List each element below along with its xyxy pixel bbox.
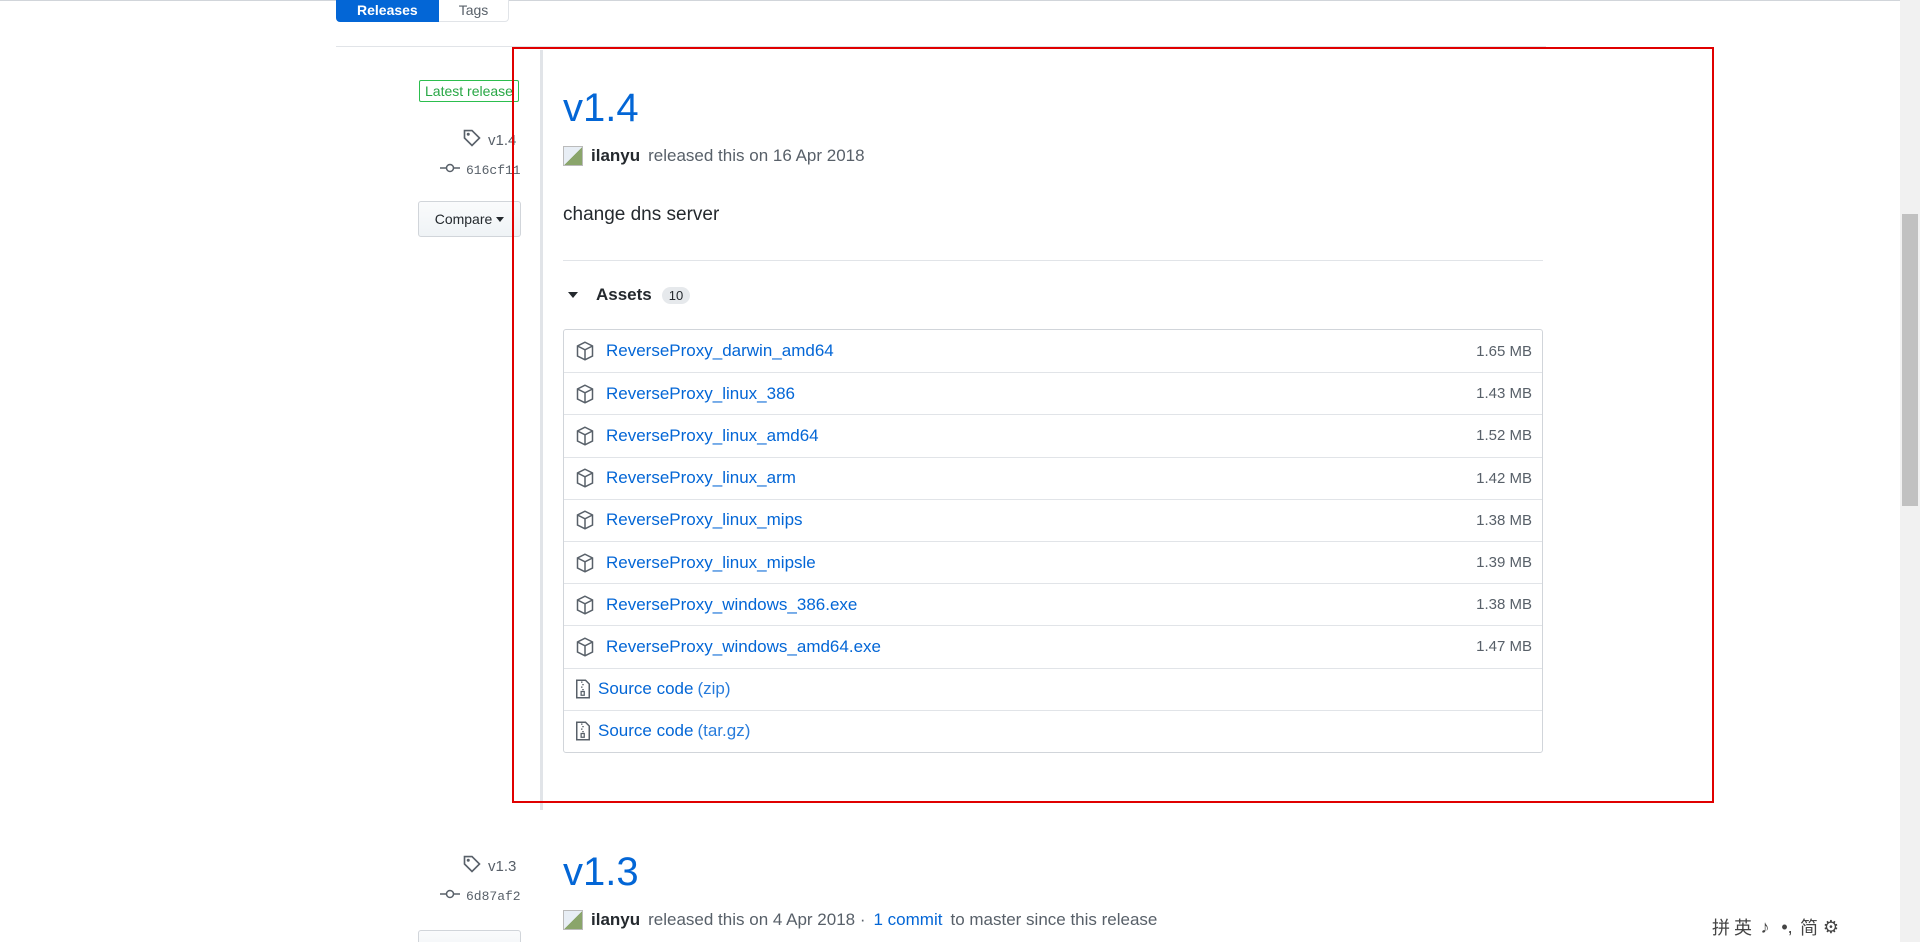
release-byline: ilanyu released this on 16 Apr 2018 [563, 146, 865, 166]
compare-button[interactable]: Compare [418, 201, 521, 237]
since-text: to master since this release [950, 910, 1158, 929]
avatar[interactable] [563, 910, 583, 930]
assets-count-badge: 10 [661, 286, 691, 304]
asset-size: 1.65 MB [1476, 342, 1532, 360]
list-item[interactable]: ReverseProxy_linux_mips 1.38 MB [564, 498, 1542, 541]
tag-icon [462, 854, 482, 878]
package-icon [574, 425, 596, 447]
release-title[interactable]: v1.4 [563, 86, 639, 131]
list-item[interactable]: Source code (tar.gz) [564, 709, 1542, 752]
asset-link[interactable]: ReverseProxy_linux_mips [606, 510, 1476, 530]
release-author[interactable]: ilanyu [591, 910, 640, 930]
tab-releases[interactable]: Releases [336, 0, 439, 22]
list-item[interactable]: Source code (zip) [564, 667, 1542, 710]
release-commit[interactable]: 616cf11 [440, 161, 521, 179]
package-icon [574, 467, 596, 489]
list-item[interactable]: ReverseProxy_windows_amd64.exe 1.47 MB [564, 625, 1542, 667]
asset-link[interactable]: ReverseProxy_darwin_amd64 [606, 341, 1476, 361]
tab-tags[interactable]: Tags [438, 0, 510, 22]
asset-link[interactable]: ReverseProxy_linux_mipsle [606, 553, 1476, 573]
list-item[interactable]: ReverseProxy_windows_386.exe 1.38 MB [564, 583, 1542, 625]
ime-item[interactable]: ⚙ [1822, 917, 1840, 938]
asset-size: 1.52 MB [1476, 427, 1532, 445]
commit-icon [440, 161, 460, 179]
asset-link[interactable]: ReverseProxy_windows_386.exe [606, 595, 1476, 615]
release-author[interactable]: ilanyu [591, 146, 640, 166]
avatar[interactable] [563, 146, 583, 166]
asset-size: 1.43 MB [1476, 385, 1532, 403]
commits-link[interactable]: 1 commit [874, 910, 943, 930]
ime-item[interactable]: 拼 [1712, 914, 1730, 940]
assets-label: Assets [596, 285, 652, 304]
top-border [0, 0, 1900, 1]
package-icon [574, 383, 596, 405]
ime-toolbar: 拼 英 ♪ •, 简 ⚙ [1708, 912, 1844, 942]
asset-link[interactable]: ReverseProxy_linux_386 [606, 384, 1476, 404]
compare-label: Compare [434, 211, 493, 227]
tag-label: v1.4 [488, 131, 517, 149]
latest-release-badge: Latest release [419, 80, 519, 102]
ime-item[interactable]: •, [1778, 917, 1796, 938]
file-zip-icon [574, 720, 592, 742]
asset-size: 1.39 MB [1476, 554, 1532, 572]
timeline-line [540, 50, 543, 810]
body-divider [563, 260, 1543, 261]
asset-link[interactable]: ReverseProxy_linux_amd64 [606, 426, 1476, 446]
release-title[interactable]: v1.3 [563, 850, 639, 895]
source-zip-link[interactable]: Source code [598, 679, 693, 699]
source-targz-ext: (tar.gz) [697, 721, 751, 741]
release-date-text: released this on 16 Apr 2018 [648, 146, 865, 165]
package-icon [574, 509, 596, 531]
chevron-down-icon [496, 216, 505, 222]
source-zip-ext: (zip) [697, 679, 731, 699]
source-targz-link[interactable]: Source code [598, 721, 693, 741]
package-icon [574, 340, 596, 362]
package-icon [574, 552, 596, 574]
commit-icon [440, 887, 460, 905]
package-icon [574, 594, 596, 616]
release-tag[interactable]: v1.4 [462, 128, 516, 152]
asset-size: 1.47 MB [1476, 638, 1532, 656]
assets-list: ReverseProxy_darwin_amd64 1.65 MB Revers… [563, 329, 1543, 753]
release-commit[interactable]: 6d87af2 [440, 887, 521, 905]
release-date-text: released this on 4 Apr 2018 · [648, 910, 866, 929]
list-item[interactable]: ReverseProxy_linux_arm 1.42 MB [564, 456, 1542, 499]
ime-item[interactable]: 简 [1800, 914, 1818, 940]
list-item[interactable]: ReverseProxy_linux_mipsle 1.39 MB [564, 540, 1542, 583]
commit-hash: 6d87af2 [466, 888, 521, 904]
ime-item[interactable]: 英 [1734, 914, 1752, 940]
package-icon [574, 636, 596, 658]
commit-hash: 616cf11 [466, 162, 521, 178]
tag-label: v1.3 [488, 857, 517, 875]
asset-link[interactable]: ReverseProxy_linux_arm [606, 468, 1476, 488]
compare-button[interactable] [418, 930, 521, 942]
triangle-down-icon [568, 292, 578, 298]
tag-icon [462, 128, 482, 152]
asset-size: 1.38 MB [1476, 596, 1532, 614]
release-tag[interactable]: v1.3 [462, 854, 516, 878]
scrollbar-thumb[interactable] [1902, 214, 1918, 506]
release-notes: change dns server [563, 204, 720, 225]
list-item[interactable]: ReverseProxy_linux_amd64 1.52 MB [564, 414, 1542, 456]
ime-item[interactable]: ♪ [1756, 917, 1774, 938]
asset-size: 1.42 MB [1476, 469, 1532, 487]
header-divider [336, 46, 1546, 47]
list-item[interactable]: ReverseProxy_darwin_amd64 1.65 MB [564, 330, 1542, 372]
file-zip-icon [574, 678, 592, 700]
assets-toggle[interactable]: Assets 10 [568, 285, 691, 305]
asset-size: 1.38 MB [1476, 511, 1532, 529]
asset-link[interactable]: ReverseProxy_windows_amd64.exe [606, 637, 1476, 657]
scrollbar[interactable] [1900, 0, 1920, 942]
release-byline: ilanyu released this on 4 Apr 2018 · 1 c… [563, 910, 1157, 930]
list-item[interactable]: ReverseProxy_linux_386 1.43 MB [564, 372, 1542, 414]
release-subnav: Releases Tags [336, 0, 510, 22]
